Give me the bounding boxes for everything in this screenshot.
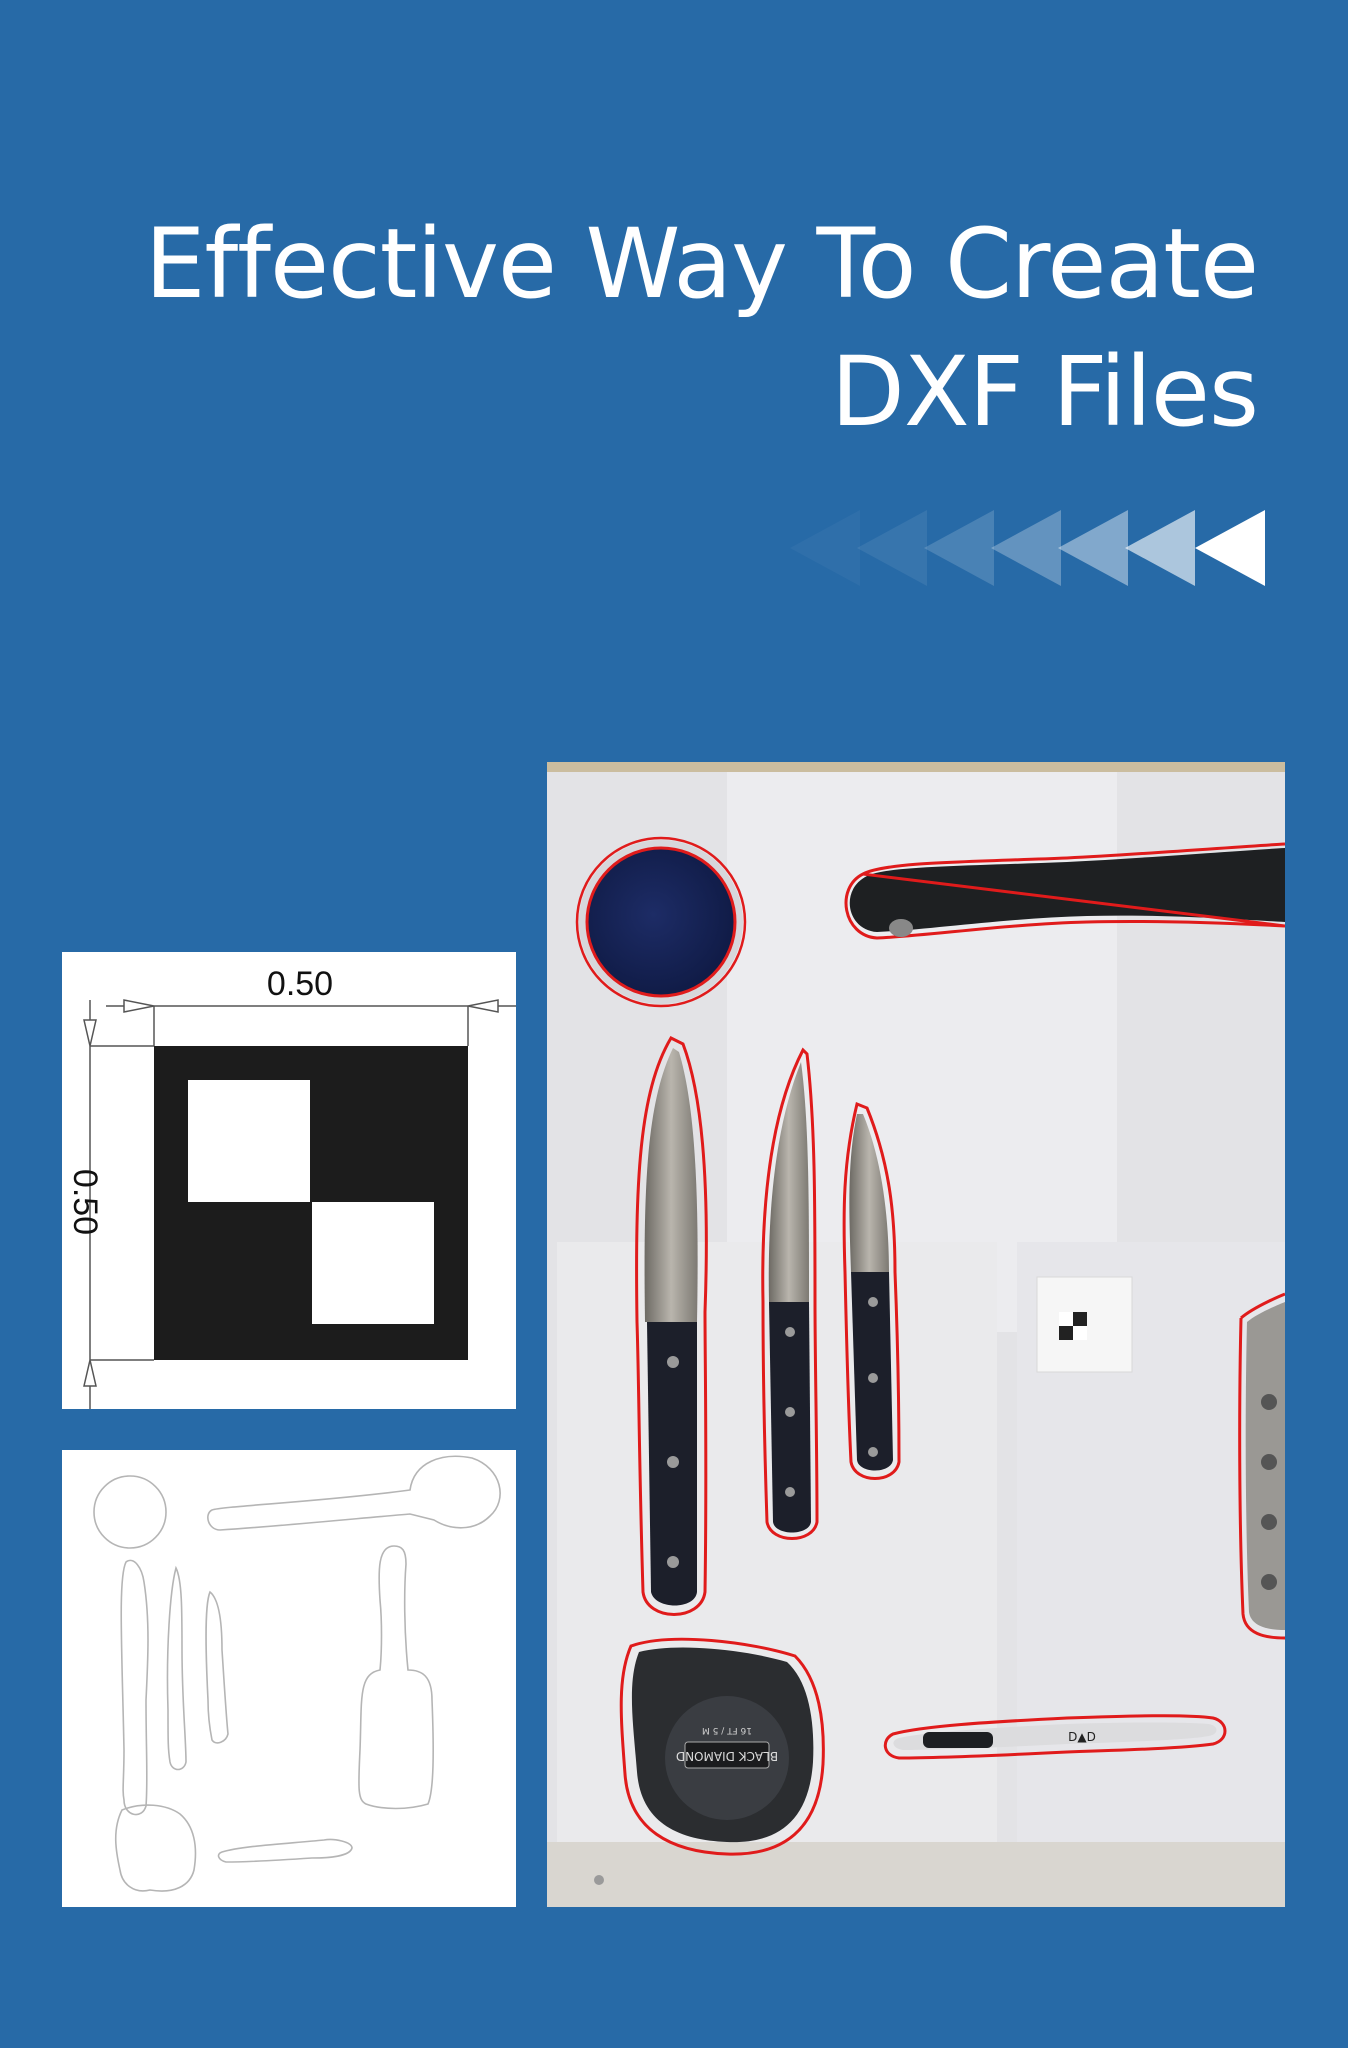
tape-size-label: 16 FT / 5 M <box>702 1725 752 1735</box>
arrow-left-icon-2 <box>857 510 927 586</box>
spatula-outline <box>207 1455 501 1531</box>
title-line-1: Effective Way To Create <box>144 208 1259 320</box>
arrow-left-icon-5 <box>1058 510 1128 586</box>
knife-medium-outline <box>166 1565 187 1771</box>
arrow-left-icon-6 <box>1125 510 1195 586</box>
marker-drawing-panel: 0.50 0.50 <box>62 952 516 1409</box>
arrow-left-icon-1 <box>790 510 860 586</box>
decorative-arrows <box>790 510 1265 586</box>
tape-measure-outline <box>114 1804 197 1892</box>
arrow-left-icon-3 <box>924 510 994 586</box>
page-title: Effective Way To Create DXF Files <box>58 200 1259 456</box>
grater-outline <box>358 1545 434 1810</box>
dxf-outline-panel <box>62 1450 516 1907</box>
knife-small-outline <box>205 1590 229 1744</box>
width-dimension-label: 0.50 <box>267 965 333 1003</box>
height-dimension-label: 0.50 <box>66 1169 104 1235</box>
tape-brand-label: BLACK DIAMOND <box>676 1749 778 1763</box>
arrow-left-icon-7 <box>1195 510 1265 586</box>
arrow-left-icon-4 <box>991 510 1061 586</box>
scanned-objects-photo: BLACK DIAMOND 16 FT / 5 M D▲D <box>547 762 1285 1907</box>
knife-large-outline <box>120 1559 149 1816</box>
pen-outline <box>217 1838 353 1863</box>
can-outline <box>93 1475 167 1549</box>
pen-logo: D▲D <box>1068 1730 1096 1744</box>
title-line-2: DXF Files <box>830 336 1259 448</box>
